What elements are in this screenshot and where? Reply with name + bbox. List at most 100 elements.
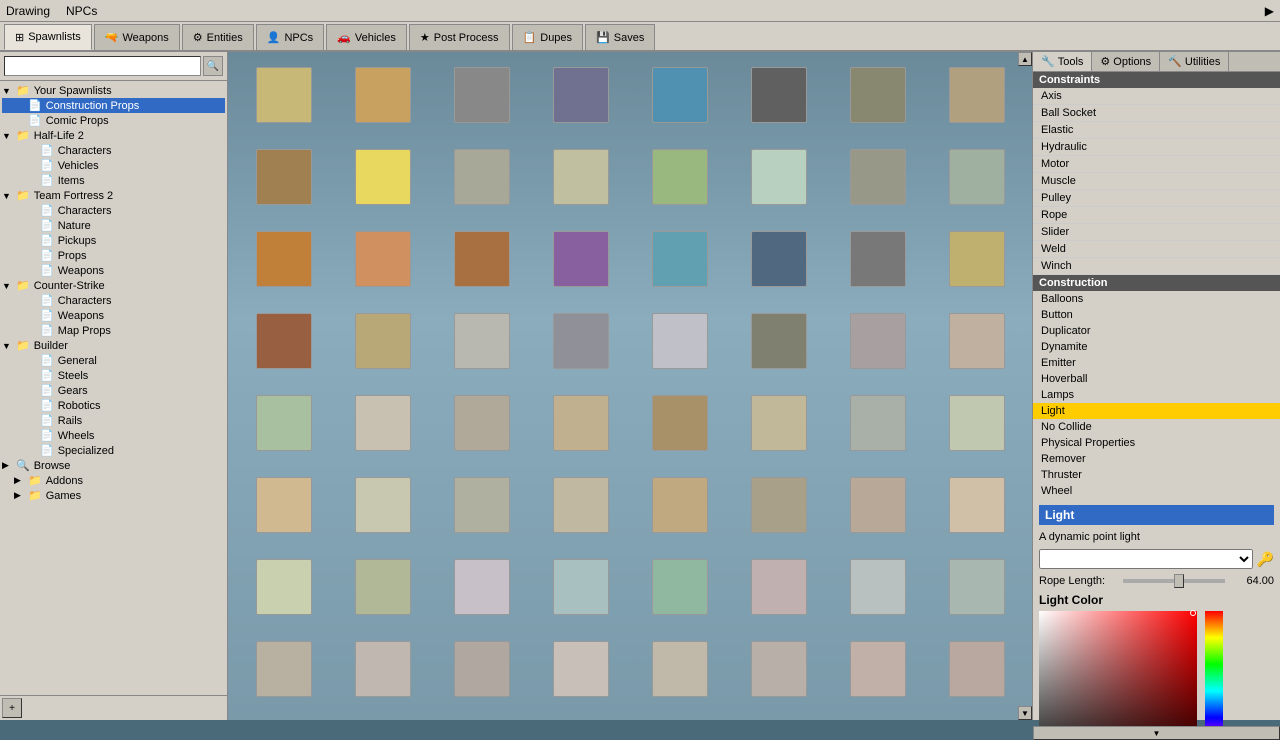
menu-drawing[interactable]: Drawing	[6, 4, 50, 18]
sprite-cell-21[interactable]	[731, 224, 826, 294]
sprite-cell-16[interactable]	[236, 224, 331, 294]
sprite-cell-52[interactable]	[632, 552, 727, 622]
sprite-cell-42[interactable]	[434, 470, 529, 540]
constraint-weld[interactable]: Weld	[1033, 241, 1280, 258]
constraint-slider[interactable]: Slider	[1033, 224, 1280, 241]
tree-item-team-fortress-2[interactable]: ▼ 📁 Team Fortress 2	[2, 188, 225, 203]
sprite-cell-27[interactable]	[533, 306, 628, 376]
tree-item-browse-games[interactable]: ▶ 📁 Games	[2, 488, 225, 503]
tree-item-comic-props[interactable]: 📄 Comic Props	[2, 113, 225, 128]
construction-no-collide[interactable]: No Collide	[1033, 419, 1280, 435]
sprite-cell-15[interactable]	[929, 142, 1024, 212]
constraint-ball-socket[interactable]: Ball Socket	[1033, 105, 1280, 122]
sprite-cell-20[interactable]	[632, 224, 727, 294]
sprite-cell-57[interactable]	[335, 634, 430, 704]
constraint-winch[interactable]: Winch	[1033, 258, 1280, 275]
search-input[interactable]	[4, 56, 201, 76]
tree-item-browse-addons[interactable]: ▶ 📁 Addons	[2, 473, 225, 488]
tab-postprocess[interactable]: ★ Post Process	[409, 24, 510, 50]
sprite-cell-10[interactable]	[434, 142, 529, 212]
tree-item-construction-props[interactable]: 📄 Construction Props	[2, 98, 225, 113]
center-scroll-down[interactable]: ▼	[1018, 706, 1032, 720]
sprite-cell-23[interactable]	[929, 224, 1024, 294]
tree-toggle-counter-strike[interactable]: ▼	[2, 281, 14, 291]
tree-item-your-spawnlists[interactable]: ▼ 📁 Your Spawnlists	[2, 83, 225, 98]
sprite-cell-26[interactable]	[434, 306, 529, 376]
sprite-cell-60[interactable]	[632, 634, 727, 704]
sprite-cell-38[interactable]	[830, 388, 925, 458]
tree-toggle-browse-games[interactable]: ▶	[14, 490, 26, 501]
sprite-cell-11[interactable]	[533, 142, 628, 212]
sprite-cell-3[interactable]	[533, 60, 628, 130]
sprite-cell-18[interactable]	[434, 224, 529, 294]
tree-item-cs-characters[interactable]: 📄 Characters	[2, 293, 225, 308]
tree-item-cs-map-props[interactable]: 📄 Map Props	[2, 323, 225, 338]
sprite-cell-0[interactable]	[236, 60, 331, 130]
tree-item-half-life-2[interactable]: ▼ 📁 Half-Life 2	[2, 128, 225, 143]
sprite-cell-6[interactable]	[830, 60, 925, 130]
sprite-cell-54[interactable]	[830, 552, 925, 622]
tree-item-hl2-vehicles[interactable]: 📄 Vehicles	[2, 158, 225, 173]
tree-item-builder-specialized[interactable]: 📄 Specialized	[2, 443, 225, 458]
construction-duplicator[interactable]: Duplicator	[1033, 323, 1280, 339]
tree-toggle-browse[interactable]: ▶	[2, 460, 14, 471]
sprite-cell-48[interactable]	[236, 552, 331, 622]
sprite-cell-62[interactable]	[830, 634, 925, 704]
tree-footer-button[interactable]: +	[2, 698, 22, 718]
sprite-cell-29[interactable]	[731, 306, 826, 376]
sprite-cell-14[interactable]	[830, 142, 925, 212]
sprite-cell-24[interactable]	[236, 306, 331, 376]
sprite-cell-22[interactable]	[830, 224, 925, 294]
rope-length-track[interactable]	[1123, 579, 1225, 583]
tab-npcs[interactable]: 👤 NPCs	[256, 24, 324, 50]
tree-toggle-your-spawnlists[interactable]: ▼	[2, 86, 14, 96]
sprite-cell-35[interactable]	[533, 388, 628, 458]
tree-item-tf2-props[interactable]: 📄 Props	[2, 248, 225, 263]
sprite-cell-50[interactable]	[434, 552, 529, 622]
sprite-cell-13[interactable]	[731, 142, 826, 212]
tab-vehicles[interactable]: 🚗 Vehicles	[326, 24, 407, 50]
sprite-cell-39[interactable]	[929, 388, 1024, 458]
constraint-muscle[interactable]: Muscle	[1033, 173, 1280, 190]
search-button[interactable]: 🔍	[203, 56, 223, 76]
sprite-cell-61[interactable]	[731, 634, 826, 704]
sprite-cell-5[interactable]	[731, 60, 826, 130]
tab-saves[interactable]: 💾 Saves	[585, 24, 655, 50]
tab-tools[interactable]: 🔧 Tools	[1033, 52, 1092, 71]
sprite-cell-53[interactable]	[731, 552, 826, 622]
hue-strip[interactable]	[1205, 611, 1223, 726]
sprite-cell-46[interactable]	[830, 470, 925, 540]
sprite-cell-44[interactable]	[632, 470, 727, 540]
sprite-cell-28[interactable]	[632, 306, 727, 376]
tree-item-builder-gears[interactable]: 📄 Gears	[2, 383, 225, 398]
construction-dynamite[interactable]: Dynamite	[1033, 339, 1280, 355]
menu-npcs[interactable]: NPCs	[66, 4, 97, 18]
rope-length-thumb[interactable]	[1174, 574, 1184, 588]
center-scroll-up[interactable]: ▲	[1018, 52, 1032, 66]
tree-item-tf2-weapons[interactable]: 📄 Weapons	[2, 263, 225, 278]
sprite-cell-1[interactable]	[335, 60, 430, 130]
sprite-cell-37[interactable]	[731, 388, 826, 458]
tree-item-tf2-characters[interactable]: 📄 Characters	[2, 203, 225, 218]
tree-toggle-half-life-2[interactable]: ▼	[2, 131, 14, 141]
sprite-cell-2[interactable]	[434, 60, 529, 130]
sprite-cell-43[interactable]	[533, 470, 628, 540]
tree-item-builder[interactable]: ▼ 📁 Builder	[2, 338, 225, 353]
constraint-elastic[interactable]: Elastic	[1033, 122, 1280, 139]
sprite-cell-56[interactable]	[236, 634, 331, 704]
constraint-pulley[interactable]: Pulley	[1033, 190, 1280, 207]
tab-entities[interactable]: ⚙ Entities	[182, 24, 254, 50]
construction-button[interactable]: Button	[1033, 307, 1280, 323]
sprite-cell-41[interactable]	[335, 470, 430, 540]
constraint-hydraulic[interactable]: Hydraulic	[1033, 139, 1280, 156]
sprite-cell-33[interactable]	[335, 388, 430, 458]
sprite-cell-55[interactable]	[929, 552, 1024, 622]
tab-options[interactable]: ⚙ Options	[1092, 52, 1160, 71]
sprite-cell-34[interactable]	[434, 388, 529, 458]
tree-toggle-browse-addons[interactable]: ▶	[14, 475, 26, 486]
sprite-cell-59[interactable]	[533, 634, 628, 704]
sprite-cell-9[interactable]	[335, 142, 430, 212]
sprite-cell-32[interactable]	[236, 388, 331, 458]
construction-remover[interactable]: Remover	[1033, 451, 1280, 467]
tab-spawnlists[interactable]: ⊞ Spawnlists	[4, 24, 92, 50]
